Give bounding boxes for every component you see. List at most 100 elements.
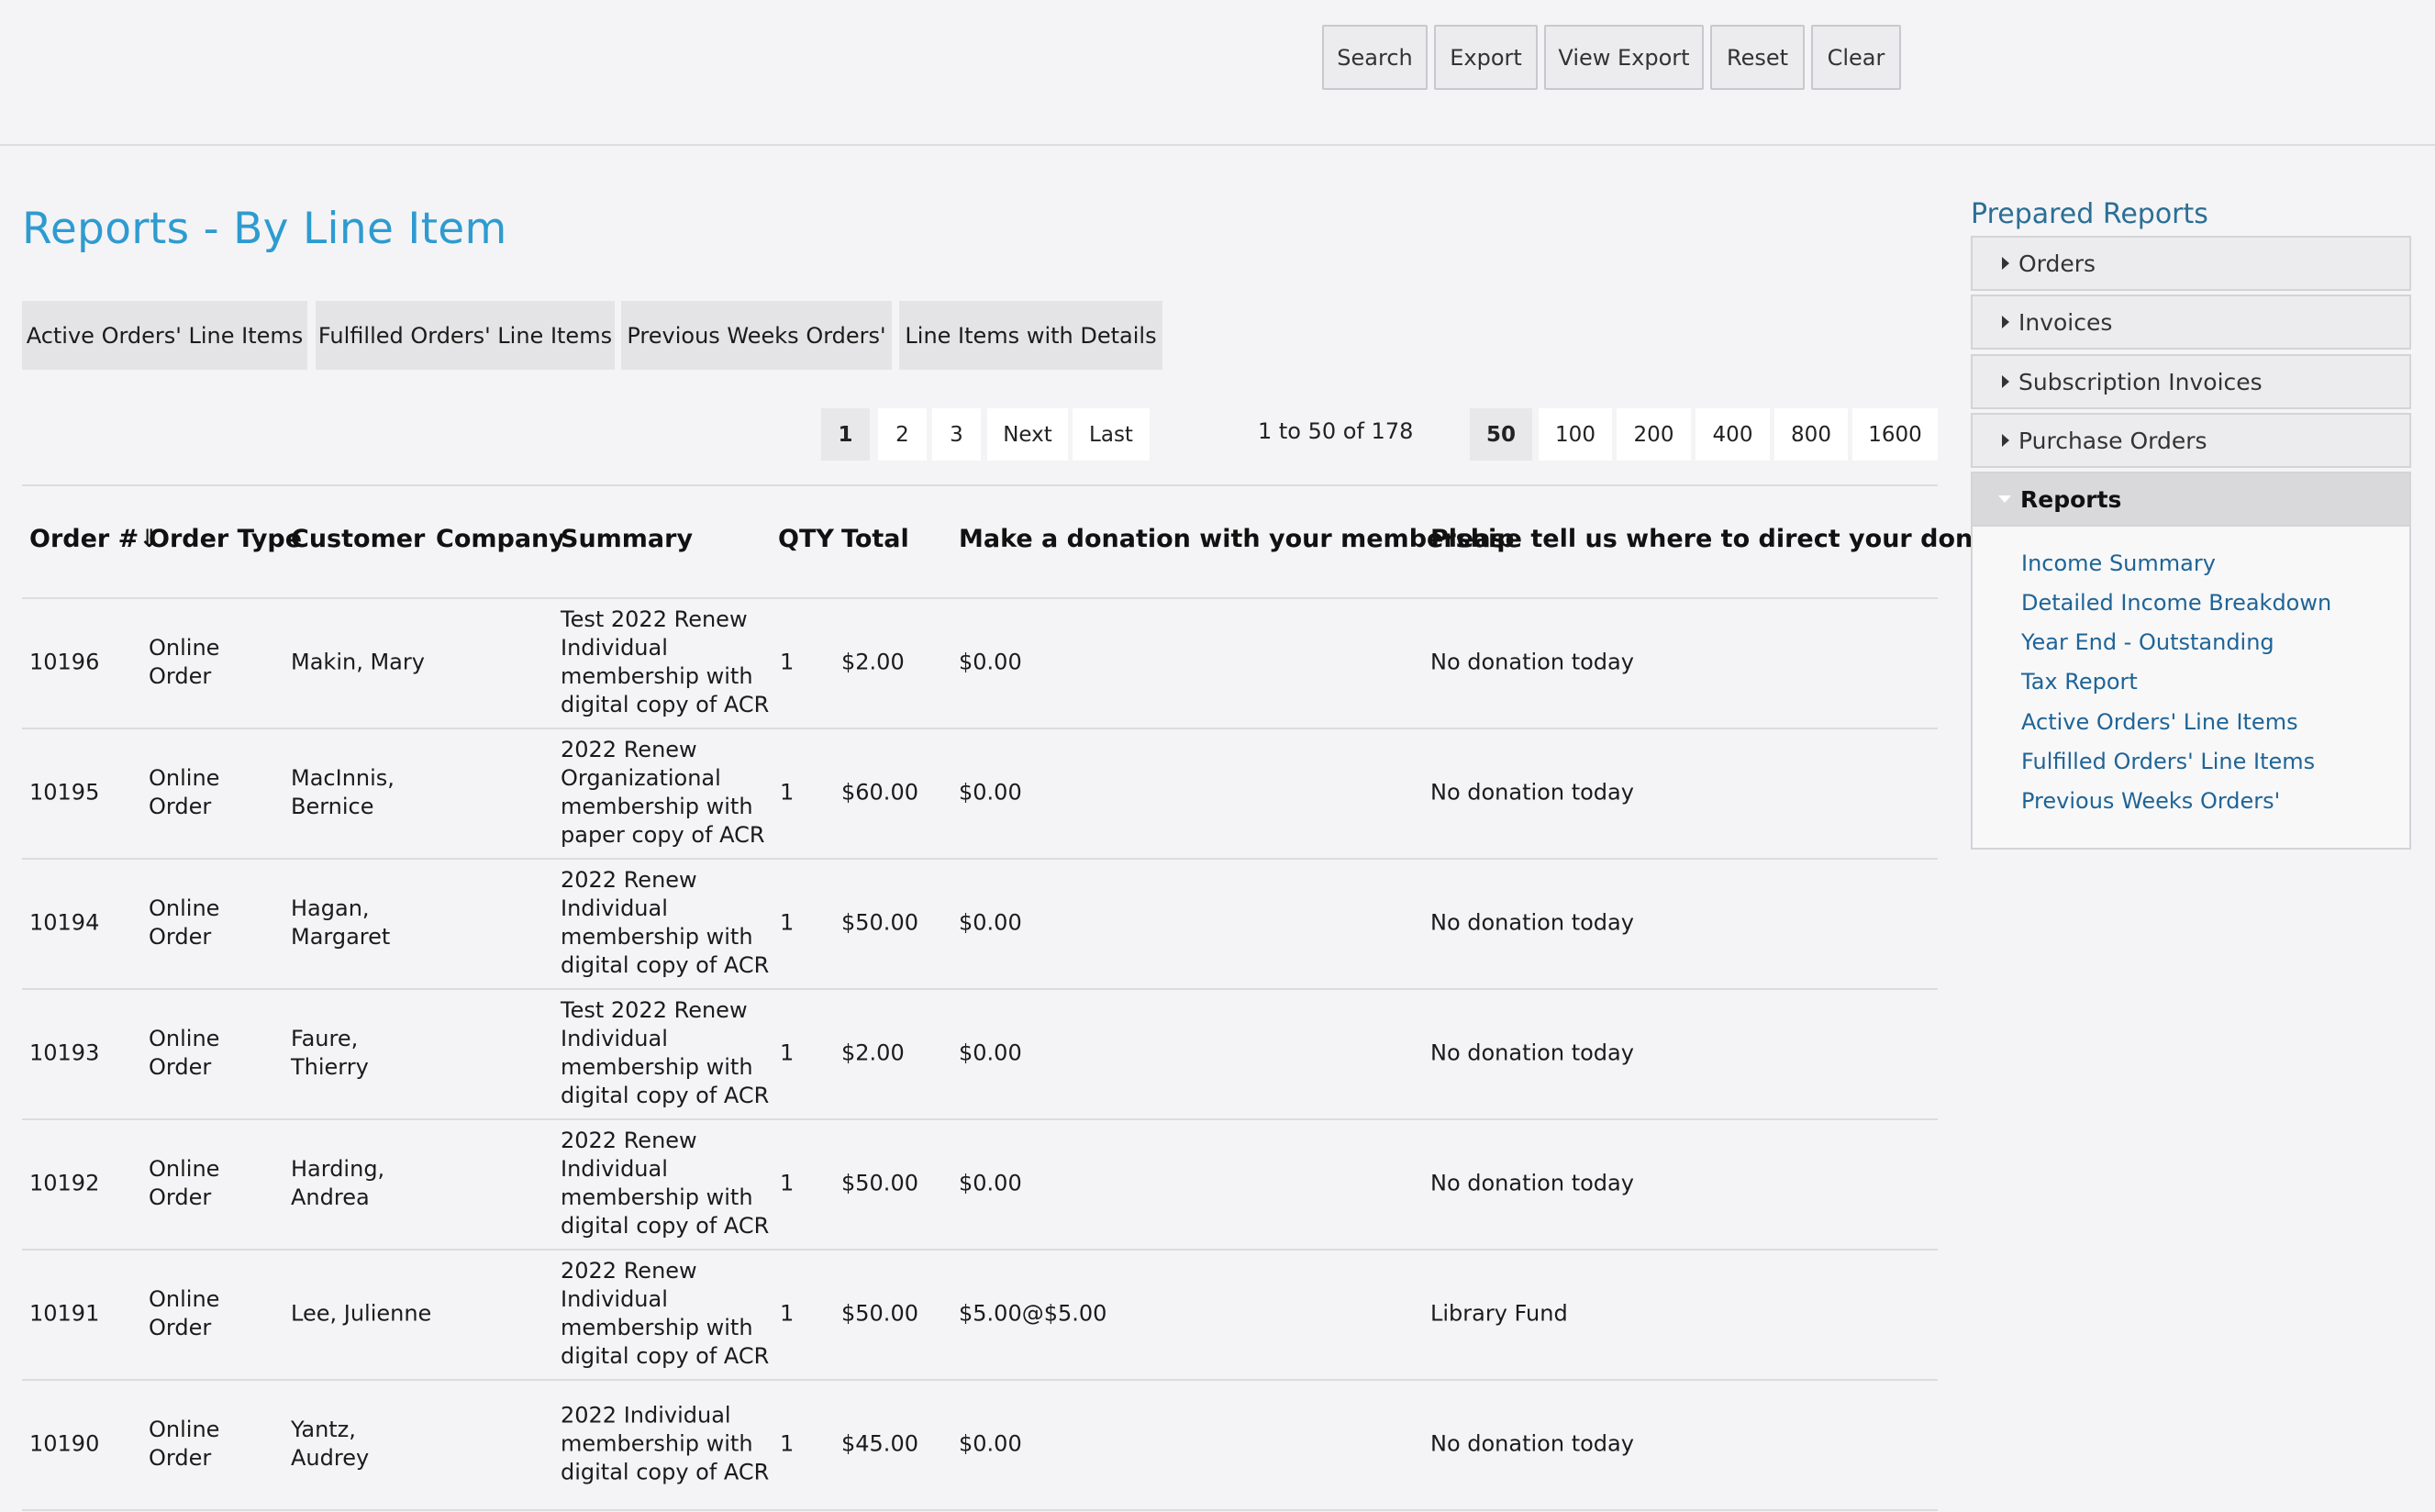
donation-cell: $0.00 <box>959 779 1022 806</box>
order-type-cell: Online Order <box>149 1417 220 1471</box>
row-divider <box>22 1249 1938 1251</box>
order-number-cell: 10192 <box>29 1170 100 1196</box>
reset-button[interactable]: Reset <box>1710 25 1805 90</box>
direct-donation-cell: No donation today <box>1430 649 1634 675</box>
caret-right-icon <box>2002 257 2009 270</box>
order-type-cell: Online Order <box>149 895 220 950</box>
total-cell: $50.00 <box>841 1300 918 1327</box>
clear-button[interactable]: Clear <box>1811 25 1901 90</box>
qty-cell: 1 <box>780 909 795 936</box>
export-button[interactable]: Export <box>1434 25 1538 90</box>
summary-cell: 2022 Renew Organizational membership wit… <box>561 737 765 848</box>
row-divider <box>22 1118 1938 1120</box>
page-title: Reports - By Line Item <box>22 204 507 254</box>
sidebar-link-previous-weeks-orders[interactable]: Previous Weeks Orders' <box>2021 788 2280 814</box>
qty-cell: 1 <box>780 1170 795 1196</box>
order-number-cell: 10196 <box>29 649 100 675</box>
customer-cell: Yantz, Audrey <box>291 1417 370 1471</box>
sidebar-link-income-summary[interactable]: Income Summary <box>2021 550 2216 576</box>
total-cell: $45.00 <box>841 1430 918 1457</box>
direct-donation-cell: No donation today <box>1430 779 1634 806</box>
sidebar-section-label: Reports <box>2020 485 2122 513</box>
page-size-50[interactable]: 50 <box>1470 408 1532 461</box>
page-3-button[interactable]: 3 <box>932 408 981 461</box>
direct-donation-cell: No donation today <box>1430 1430 1634 1457</box>
page-size-800[interactable]: 800 <box>1774 408 1848 461</box>
caret-right-icon <box>2002 316 2009 328</box>
sidebar-section-label: Orders <box>2018 250 2096 277</box>
page-2-button[interactable]: 2 <box>878 408 927 461</box>
caret-down-icon <box>1998 495 2011 503</box>
table-header-border <box>22 597 1938 599</box>
order-type-cell: Online Order <box>149 765 220 819</box>
qty-cell: 1 <box>780 1040 795 1066</box>
customer-cell: Makin, Mary <box>291 649 425 675</box>
qty-cell: 1 <box>780 1300 795 1327</box>
direct-donation-cell: No donation today <box>1430 1170 1634 1196</box>
order-number-cell: 10190 <box>29 1430 100 1457</box>
donation-cell: $5.00@$5.00 <box>959 1300 1107 1327</box>
col-order-type[interactable]: Order Type <box>149 525 302 553</box>
order-number-cell: 10193 <box>29 1040 100 1066</box>
col-qty[interactable]: QTY <box>778 525 834 553</box>
order-number-cell: 10195 <box>29 779 100 806</box>
row-divider <box>22 1379 1938 1381</box>
customer-cell: Hagan, Margaret <box>291 895 391 950</box>
table-top-border <box>22 484 1938 486</box>
summary-cell: 2022 Individual membership with digital … <box>561 1402 770 1485</box>
page-1-button[interactable]: 1 <box>821 408 870 461</box>
sidebar-link-detailed-income-breakdown[interactable]: Detailed Income Breakdown <box>2021 590 2331 616</box>
qty-cell: 1 <box>780 649 795 675</box>
summary-cell: Test 2022 Renew Individual membership wi… <box>561 997 770 1108</box>
tab-active-orders-line-items[interactable]: Active Orders' Line Items <box>22 301 307 370</box>
direct-donation-cell: No donation today <box>1430 909 1634 936</box>
view-export-button[interactable]: View Export <box>1544 25 1704 90</box>
page-size-200[interactable]: 200 <box>1617 408 1691 461</box>
page-size-100[interactable]: 100 <box>1539 408 1612 461</box>
result-range-text: 1 to 50 of 178 <box>1258 418 1414 444</box>
summary-cell: 2022 Renew Individual membership with di… <box>561 867 770 978</box>
caret-right-icon <box>2002 434 2009 447</box>
last-page-button[interactable]: Last <box>1073 408 1150 461</box>
tab-fulfilled-orders-line-items[interactable]: Fulfilled Orders' Line Items <box>316 301 615 370</box>
sidebar-section-purchase-orders[interactable]: Purchase Orders <box>1971 413 2411 468</box>
sidebar-section-label: Purchase Orders <box>2018 427 2207 454</box>
sidebar-link-fulfilled-orders-line-items[interactable]: Fulfilled Orders' Line Items <box>2021 749 2315 774</box>
col-customer[interactable]: Customer <box>291 525 425 553</box>
order-number-cell: 10194 <box>29 909 100 936</box>
col-summary[interactable]: Summary <box>561 525 693 553</box>
sidebar-section-orders[interactable]: Orders <box>1971 236 2411 291</box>
next-page-button[interactable]: Next <box>987 408 1068 461</box>
order-type-cell: Online Order <box>149 1286 220 1340</box>
total-cell: $60.00 <box>841 779 918 806</box>
donation-cell: $0.00 <box>959 1430 1022 1457</box>
sidebar-link-active-orders-line-items[interactable]: Active Orders' Line Items <box>2021 709 2298 735</box>
donation-cell: $0.00 <box>959 1040 1022 1066</box>
search-button[interactable]: Search <box>1322 25 1428 90</box>
sidebar-link-year-end-outstanding[interactable]: Year End - Outstanding <box>2021 629 2274 655</box>
donation-cell: $0.00 <box>959 649 1022 675</box>
order-type-cell: Online Order <box>149 1156 220 1210</box>
col-company[interactable]: Company <box>436 525 565 553</box>
order-type-cell: Online Order <box>149 1026 220 1080</box>
order-type-cell: Online Order <box>149 635 220 689</box>
tab-line-items-with-details[interactable]: Line Items with Details <box>899 301 1162 370</box>
page-size-1600[interactable]: 1600 <box>1852 408 1938 461</box>
customer-cell: Lee, Julienne <box>291 1300 432 1327</box>
col-total[interactable]: Total <box>841 525 909 553</box>
sidebar-section-invoices[interactable]: Invoices <box>1971 295 2411 350</box>
row-divider <box>22 858 1938 860</box>
tab-previous-weeks-orders[interactable]: Previous Weeks Orders' <box>621 301 892 370</box>
row-divider <box>22 1509 1938 1511</box>
page-size-400[interactable]: 400 <box>1696 408 1770 461</box>
summary-cell: Test 2022 Renew Individual membership wi… <box>561 606 770 717</box>
total-cell: $2.00 <box>841 649 905 675</box>
qty-cell: 1 <box>780 779 795 806</box>
total-cell: $2.00 <box>841 1040 905 1066</box>
col-order-number[interactable]: Order #⇓ <box>29 525 160 553</box>
sidebar-section-subscription-invoices[interactable]: Subscription Invoices <box>1971 354 2411 409</box>
sidebar-section-reports[interactable]: Reports <box>1971 472 2411 527</box>
col-direct-donation[interactable]: Please tell us where to direct your dona… <box>1430 525 2044 553</box>
sidebar-link-tax-report[interactable]: Tax Report <box>2021 669 2138 695</box>
prepared-reports-title: Prepared Reports <box>1971 198 2208 230</box>
